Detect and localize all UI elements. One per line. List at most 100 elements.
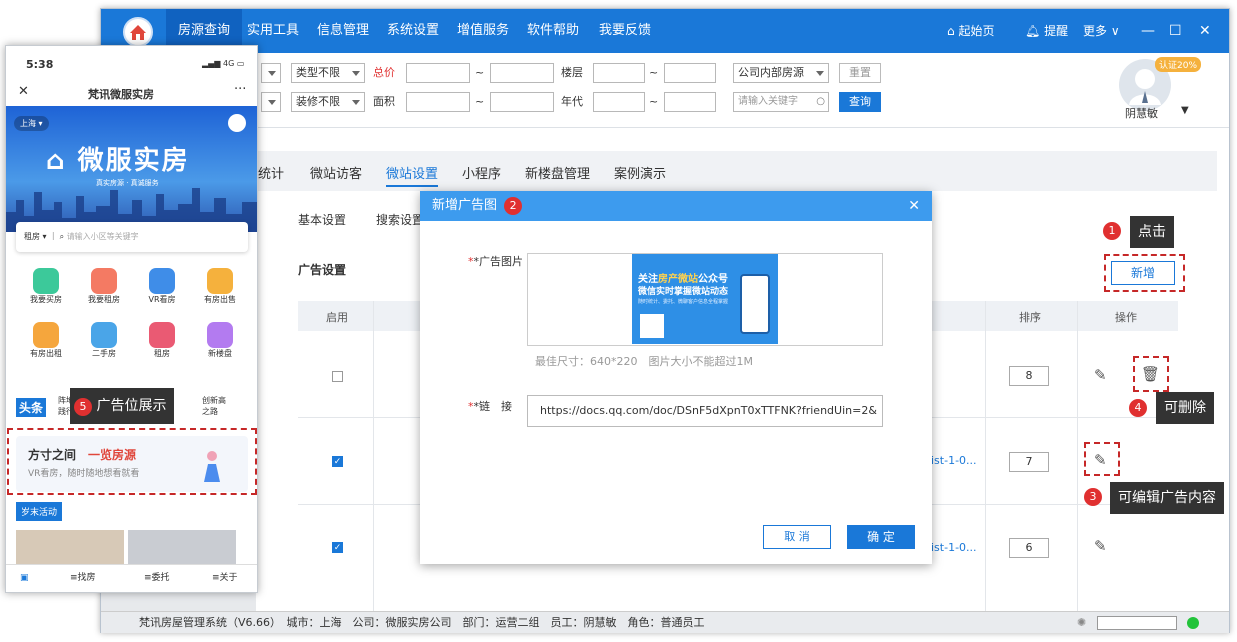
filter-select-2[interactable]: [261, 92, 281, 112]
tab-miniprogram[interactable]: 小程序: [462, 163, 501, 182]
chevron-down-icon: ∨: [1107, 24, 1120, 38]
sort-input[interactable]: 7: [1009, 452, 1049, 472]
row-link[interactable]: ist-1-0...: [931, 454, 977, 467]
nav-about[interactable]: ≡关于: [212, 565, 238, 591]
hero-banner: 上海 ▾ ⌂ 微服实房 真实房源 · 真诚服务: [6, 106, 257, 232]
grid-item[interactable]: 租房: [137, 322, 187, 359]
type-select[interactable]: 类型不限: [291, 63, 365, 83]
keyword-input[interactable]: 请输入关键字 ○: [733, 92, 829, 112]
sort-input[interactable]: 6: [1009, 538, 1049, 558]
subtab-basic[interactable]: 基本设置: [298, 211, 346, 228]
progress-box: [1097, 616, 1177, 630]
decor-select[interactable]: 装修不限: [291, 92, 365, 112]
start-page-button[interactable]: ⌂ 起始页: [947, 9, 994, 53]
edit-icon[interactable]: ✎: [1094, 537, 1107, 555]
ad-settings-title: 广告设置: [298, 263, 347, 277]
home-icon: ⌂: [947, 24, 959, 38]
new-building-icon: [207, 322, 233, 348]
tab-new-property[interactable]: 新楼盘管理: [525, 163, 590, 182]
price-min-input[interactable]: [406, 63, 470, 83]
grid-item[interactable]: 有房出售: [195, 268, 245, 305]
row-enable-checkbox[interactable]: ✓: [332, 456, 343, 467]
phone-preview: 5:38 ▂▄▆ 4G ▭ ✕ 梵讯微服实房 ··· 上海 ▾ ⌂ 微服实房 真…: [5, 45, 258, 593]
menu-info[interactable]: 信息管理: [317, 9, 369, 53]
search-icon: ○: [816, 96, 825, 107]
close-icon[interactable]: ✕: [1199, 9, 1211, 53]
grid-item[interactable]: 有房出租: [21, 322, 71, 359]
tab-visitors[interactable]: 微站访客: [310, 163, 362, 182]
more-icon[interactable]: ···: [234, 82, 246, 97]
menu-help[interactable]: 软件帮助: [527, 9, 579, 53]
maximize-icon[interactable]: ☐: [1169, 9, 1182, 53]
add-highlight-box: [1104, 254, 1185, 292]
menu-feedback[interactable]: 我要反馈: [599, 9, 651, 53]
rent-icon: [149, 322, 175, 348]
grid-item[interactable]: 我要租房: [79, 268, 129, 305]
room-photo[interactable]: [128, 530, 236, 566]
room-photo[interactable]: [16, 530, 124, 566]
query-button[interactable]: 查询: [839, 92, 881, 112]
grid-item[interactable]: 新楼盘: [195, 322, 245, 359]
news-tag: 头条: [16, 398, 47, 417]
grid-item[interactable]: 我要买房: [21, 268, 71, 305]
tilde: ~: [475, 66, 485, 79]
floor-min-input[interactable]: [593, 63, 645, 83]
year-max-input[interactable]: [664, 92, 716, 112]
callout-1-badge: 1: [1103, 222, 1121, 240]
second-hand-icon: [91, 322, 117, 348]
city-selector[interactable]: 上海 ▾: [14, 116, 49, 131]
phone-title: 梵讯微服实房: [88, 88, 154, 101]
more-button[interactable]: 更多 ∨: [1083, 9, 1120, 53]
area-label: 面积: [373, 95, 395, 108]
nav-find-house[interactable]: ≡找房: [70, 565, 96, 591]
tab-site-settings[interactable]: 微站设置: [386, 163, 438, 182]
area-max-input[interactable]: [490, 92, 554, 112]
col-divider: [985, 301, 986, 611]
tab-cases[interactable]: 案例演示: [614, 163, 666, 182]
row-enable-checkbox[interactable]: [332, 371, 343, 382]
close-icon[interactable]: ✕: [18, 84, 29, 99]
buy-house-icon: [33, 268, 59, 294]
grid-item[interactable]: VR看房: [137, 268, 187, 305]
remind-button[interactable]: 🔔︎ 提醒: [1025, 9, 1068, 53]
link-input[interactable]: https://docs.qq.com/doc/DSnF5dXpnT0xTTFN…: [527, 395, 883, 427]
col-divider: [1077, 301, 1078, 611]
nav-entrust[interactable]: ≡委托: [144, 565, 170, 591]
reset-button[interactable]: 重置: [839, 63, 881, 83]
edit-highlight-box: [1084, 442, 1120, 476]
row-enable-checkbox[interactable]: ✓: [332, 542, 343, 553]
grid-item[interactable]: 二手房: [79, 322, 129, 359]
activity-tag[interactable]: 岁末活动: [16, 502, 63, 521]
source-select[interactable]: 公司内部房源: [733, 63, 829, 83]
floor-max-input[interactable]: [664, 63, 716, 83]
image-upload-box[interactable]: 关注房产微站公众号 微信实时掌握微站动态 随时统计、委托、微聊客户信息全程掌握: [527, 253, 883, 346]
function-grid: 我要买房 我要租房 VR看房 有房出售 有房出租 二手房 租房 新楼盘: [6, 264, 257, 374]
banner-line1: 关注房产微站公众号: [638, 274, 728, 285]
ad-position-highlight-box: [7, 428, 257, 495]
area-min-input[interactable]: [406, 92, 470, 112]
subtab-search[interactable]: 搜索设置: [376, 211, 424, 228]
news-text-right[interactable]: 创新高 之路: [202, 395, 226, 417]
row-link[interactable]: ist-1-0...: [931, 541, 977, 554]
year-min-input[interactable]: [593, 92, 645, 112]
tab-stats[interactable]: 统计: [258, 163, 284, 182]
user-icon[interactable]: [228, 114, 246, 132]
filter-select-1[interactable]: [261, 63, 281, 83]
phone-signal: ▂▄▆ 4G ▭: [202, 59, 245, 68]
phone-search-bar[interactable]: 租房 ▾ ｜ ⌕ 请输入小区等关键字: [16, 222, 248, 252]
sort-input[interactable]: 8: [1009, 366, 1049, 386]
menu-value-added[interactable]: 增值服务: [457, 9, 509, 53]
home-nav-icon[interactable]: ▣: [20, 565, 29, 591]
col-ops: 操作: [1115, 311, 1137, 324]
tilde: ~: [649, 95, 659, 108]
menu-settings[interactable]: 系统设置: [387, 9, 439, 53]
price-max-input[interactable]: [490, 63, 554, 83]
cancel-button[interactable]: 取 消: [763, 525, 831, 549]
confirm-button[interactable]: 确 定: [847, 525, 915, 549]
minimize-icon[interactable]: —: [1141, 9, 1155, 53]
edit-icon[interactable]: ✎: [1094, 366, 1107, 384]
close-icon[interactable]: ✕: [908, 191, 920, 221]
col-divider: [373, 301, 374, 611]
hero-slogan: 真实房源 · 真诚服务: [96, 179, 159, 187]
user-dropdown-icon[interactable]: ▼: [1181, 105, 1189, 116]
